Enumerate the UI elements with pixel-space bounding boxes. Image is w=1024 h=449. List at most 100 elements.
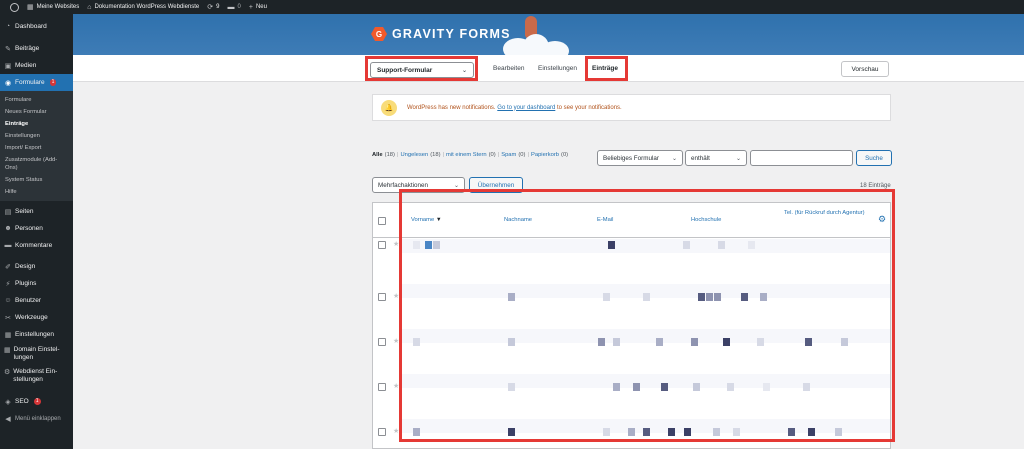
- sidebar-collapse-menu[interactable]: ◀ Menü einklappen: [0, 410, 73, 427]
- blurred-cell-fragment: [841, 338, 848, 346]
- blurred-cell-fragment: [643, 293, 650, 301]
- star-icon[interactable]: ★: [393, 240, 399, 248]
- filter-unread[interactable]: Ungelesen: [400, 152, 428, 158]
- column-header-label: Vorname: [411, 217, 435, 223]
- home-icon: ⌂: [87, 3, 92, 11]
- sidebar-item-seo[interactable]: ◈ SEO 1: [0, 393, 73, 410]
- sidebar-item-plugins[interactable]: ⚡ Plugins: [0, 275, 73, 292]
- star-icon[interactable]: ★: [393, 292, 399, 300]
- sidebar-item-comments[interactable]: ▬ Kommentare: [0, 237, 73, 254]
- updates-icon: ⟳: [207, 4, 214, 11]
- dashboard-link[interactable]: Go to your dashboard: [497, 105, 555, 111]
- apply-button[interactable]: Übernehmen: [469, 177, 523, 193]
- sidebar-item-tools[interactable]: ✂ Werkzeuge: [0, 309, 73, 326]
- pages-icon: ▤: [4, 208, 12, 216]
- search-field-select[interactable]: Beliebiges Formular ⌄: [597, 150, 683, 166]
- star-icon[interactable]: ★: [393, 337, 399, 345]
- filter-all[interactable]: Alle: [372, 152, 383, 158]
- notification-notice: 🔔 WordPress has new notifications. Go to…: [372, 94, 891, 121]
- admin-sidebar: ◔ Dashboard ✎ Beiträge ▣ Medien ◉ Formulare 1…: [0, 14, 73, 449]
- table-row[interactable]: ★: [373, 239, 890, 284]
- submenu-item-help[interactable]: Hilfe: [0, 186, 73, 198]
- filter-trash[interactable]: Papierkorb: [531, 152, 559, 158]
- entry-filter-links: Alle (18) | Ungelesen (18) | mit einem Ste…: [372, 152, 568, 158]
- sidebar-item-design[interactable]: ✐ Design: [0, 258, 73, 275]
- sidebar-item-settings[interactable]: ▦ Einstellungen: [0, 326, 73, 343]
- submenu-item-system-status[interactable]: System Status: [0, 174, 73, 186]
- submenu-item-settings[interactable]: Einstellungen: [0, 130, 73, 142]
- tab-entries[interactable]: Einträge: [592, 65, 618, 72]
- blurred-cell-fragment: [628, 428, 635, 436]
- preview-button[interactable]: Vorschau: [841, 61, 889, 77]
- table-row[interactable]: ★: [373, 329, 890, 374]
- submenu-item-forms[interactable]: Formulare: [0, 94, 73, 106]
- sidebar-item-posts[interactable]: ✎ Beiträge: [0, 40, 73, 57]
- filter-spam[interactable]: Spam: [501, 152, 516, 158]
- wordpress-logo[interactable]: [8, 2, 19, 12]
- search-button[interactable]: Suche: [856, 150, 892, 166]
- filter-separator: |: [527, 152, 529, 158]
- wrench-icon: ✂: [5, 314, 11, 322]
- new-content-menu[interactable]: + Neu: [249, 4, 267, 11]
- blurred-row-content: [401, 374, 890, 388]
- column-header-firstname[interactable]: Vorname ▼: [411, 217, 442, 224]
- column-header-phone[interactable]: Tel. (für Rückruf durch Agentur): [784, 210, 866, 217]
- forms-badge: 1: [49, 79, 57, 86]
- gravity-forms-logo: G GRAVITY FORMS: [371, 27, 511, 41]
- column-header-email[interactable]: E-Mail: [597, 217, 613, 224]
- sidebar-item-persons[interactable]: ☻ Personen: [0, 220, 73, 237]
- star-icon[interactable]: ★: [393, 427, 399, 435]
- search-operator-value: enthält: [691, 154, 710, 162]
- search-input[interactable]: [750, 150, 853, 166]
- row-checkbox[interactable]: [378, 338, 386, 346]
- blurred-cell-fragment: [613, 383, 620, 391]
- sidebar-item-webservice-settings[interactable]: ⚙ Webdienst Ein- stellungen: [0, 365, 73, 387]
- blurred-cell-fragment: [413, 241, 420, 249]
- sidebar-item-label: Menü einklappen: [15, 415, 61, 422]
- submenu-item-entries[interactable]: Einträge: [0, 118, 73, 130]
- new-label: Neu: [255, 4, 267, 10]
- sidebar-item-media[interactable]: ▣ Medien: [0, 57, 73, 74]
- comments-menu[interactable]: ▬ 0: [228, 4, 241, 11]
- search-operator-select[interactable]: enthält ⌄: [685, 150, 747, 166]
- row-checkbox[interactable]: [378, 428, 386, 436]
- blurred-cell-fragment: [714, 293, 721, 301]
- notice-text-before: WordPress has new notifications.: [407, 104, 496, 111]
- sidebar-item-users[interactable]: ☺ Benutzer: [0, 292, 73, 309]
- submenu-item-import-export[interactable]: Import/ Export: [0, 142, 73, 154]
- filter-starred[interactable]: mit einem Stern: [446, 152, 487, 158]
- sidebar-item-forms[interactable]: ◉ Formulare 1: [0, 74, 73, 91]
- table-row[interactable]: ★: [373, 374, 890, 419]
- site-name-menu[interactable]: ⌂ Dokumentation WordPress Webdienste: [87, 4, 199, 11]
- column-header-lastname[interactable]: Nachname: [504, 217, 532, 224]
- my-sites-menu[interactable]: ▦ Meine Websites: [27, 3, 79, 11]
- blurred-cell-fragment: [706, 293, 713, 301]
- form-switcher-select[interactable]: Support-Formular ⌄: [370, 62, 474, 78]
- settings-icon: ▦: [4, 347, 11, 354]
- submenu-item-new-form[interactable]: Neues Formular: [0, 106, 73, 118]
- form-switcher-value: Support-Formular: [377, 66, 433, 74]
- column-header-university[interactable]: Hochschule: [691, 217, 721, 224]
- table-row[interactable]: ★: [373, 284, 890, 329]
- submenu-item-addons[interactable]: Zusatzmodule (Add-Ons): [0, 154, 73, 174]
- bulk-actions-select[interactable]: Mehrfachaktionen ⌄: [372, 177, 465, 193]
- tab-settings[interactable]: Einstellungen: [538, 65, 577, 72]
- row-checkbox[interactable]: [378, 383, 386, 391]
- sidebar-item-label: Benutzer: [15, 297, 42, 304]
- sidebar-item-label: Kommentare: [15, 242, 53, 249]
- updates-menu[interactable]: ⟳ 9: [207, 3, 219, 11]
- table-row[interactable]: ★: [373, 419, 890, 448]
- row-checkbox[interactable]: [378, 293, 386, 301]
- entry-count: 18 Einträge: [860, 183, 891, 189]
- select-all-checkbox[interactable]: [378, 217, 386, 225]
- star-icon[interactable]: ★: [393, 382, 399, 390]
- tab-edit[interactable]: Bearbeiten: [493, 65, 524, 72]
- column-settings-gear-icon[interactable]: ⚙: [878, 214, 886, 225]
- filter-separator: |: [442, 152, 445, 158]
- sidebar-item-domain-settings[interactable]: ▦ Domain Einstel- lungen: [0, 343, 73, 365]
- row-checkbox[interactable]: [378, 241, 386, 249]
- chevron-down-icon: ⌄: [671, 155, 677, 162]
- forms-icon: ◉: [4, 79, 12, 87]
- sidebar-item-pages[interactable]: ▤ Seiten: [0, 203, 73, 220]
- sidebar-item-dashboard[interactable]: ◔ Dashboard: [0, 18, 73, 35]
